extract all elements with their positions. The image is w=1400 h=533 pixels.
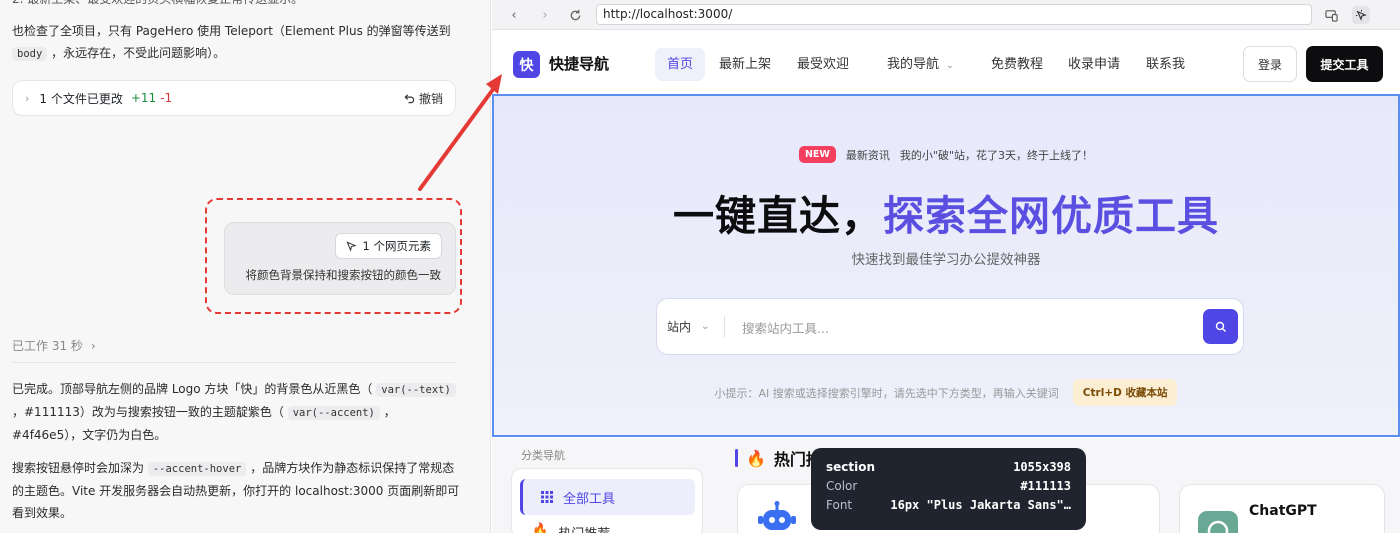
hero-section: NEW 最新资讯 我的小"破"站，花了3天，终于上线了！ 一键直达，探索全网优质…	[492, 94, 1400, 437]
lines-added: +11	[130, 91, 157, 105]
hero-subtitle: 快速找到最佳学习办公提效神器	[851, 252, 1041, 268]
fire-icon: 🔥	[532, 523, 549, 533]
inline-code: var(--text)	[376, 383, 456, 397]
chatgpt-logo-icon	[1198, 511, 1238, 533]
nav-home[interactable]: 首页	[655, 48, 706, 81]
url-input[interactable]: http://localhost:3000/	[596, 4, 1312, 25]
nav-contact[interactable]: 联系我	[1134, 48, 1197, 81]
nav-my-nav[interactable]: 我的导航 ⌄	[875, 48, 966, 81]
nav-submit-request[interactable]: 收录申请	[1056, 48, 1132, 81]
inline-code: --accent-hover	[147, 462, 247, 476]
brand-name[interactable]: 快捷导航	[549, 53, 609, 74]
element-picker-icon[interactable]	[1352, 6, 1370, 24]
site-top-nav: 快 快捷导航 首页 最新上架 最受欢迎 我的导航 ⌄ 免费教程 收录申请 联系我…	[492, 31, 1400, 95]
category-nav-label: 分类导航	[521, 449, 565, 462]
web-element-chip[interactable]: 1 个网页元素	[334, 233, 442, 259]
reload-icon[interactable]	[566, 6, 584, 24]
chat-message-fragment: 2. 最新上架、最受欢迎的页头横幅恢复正常传送显示。	[12, 0, 460, 10]
chevron-right-icon: ›	[25, 91, 30, 105]
font-label: Font	[826, 498, 853, 512]
cursor-icon	[345, 240, 357, 252]
color-label: Color	[826, 479, 858, 493]
work-duration[interactable]: 已工作 31 秒 ›	[12, 337, 96, 354]
search-button[interactable]	[1203, 309, 1238, 344]
font-value: 16px "Plus Jakarta Sans"…	[890, 498, 1071, 512]
news-bar[interactable]: NEW 最新资讯 我的小"破"站，花了3天，终于上线了！	[494, 146, 1398, 163]
bookmark-badge[interactable]: Ctrl+D 收藏本站	[1072, 379, 1178, 406]
grid-icon	[541, 491, 553, 503]
chat-paragraph-1: 也检查了全项目，只有 PageHero 使用 Teleport（Element …	[12, 24, 451, 61]
chevron-down-icon: ⌄	[701, 321, 710, 332]
back-icon[interactable]: ‹	[505, 6, 523, 24]
hero-headline: 一键直达，探索全网优质工具	[673, 192, 1219, 240]
nav-latest[interactable]: 最新上架	[707, 48, 783, 81]
element-tag: section	[826, 460, 876, 474]
forward-icon[interactable]: ›	[536, 6, 554, 24]
news-text: 我的小"破"站，花了3天，终于上线了！	[899, 148, 1094, 162]
tool-name: ChatGPT	[1249, 503, 1317, 519]
search-icon	[1215, 321, 1226, 332]
chevron-right-icon: ›	[90, 338, 96, 353]
user-message-text: 将颜色背景保持和搜索按钮的颜色一致	[245, 268, 442, 282]
nav-popular[interactable]: 最受欢迎	[785, 48, 861, 81]
category-hot[interactable]: 🔥 热门推荐	[532, 523, 610, 533]
element-inspector-tooltip: section 1055x398 Color #111113 Font 16px…	[811, 448, 1086, 530]
fire-icon: 🔥	[746, 448, 766, 468]
brand-logo[interactable]: 快	[513, 51, 540, 78]
new-badge: NEW	[798, 146, 836, 163]
robot-icon	[758, 501, 796, 530]
search-input[interactable]: 搜索站内工具...	[742, 318, 829, 337]
login-button[interactable]: 登录	[1243, 46, 1297, 82]
files-changed-label: 1 个文件已更改	[39, 91, 123, 106]
nav-tutorials[interactable]: 免费教程	[979, 48, 1055, 81]
user-message-card: 1 个网页元素 将颜色背景保持和搜索按钮的颜色一致	[224, 222, 456, 295]
device-toggle-icon[interactable]	[1322, 6, 1340, 24]
inline-code: body	[12, 47, 48, 61]
undo-icon	[404, 93, 415, 103]
search-box: 站内 ⌄ 搜索站内工具...	[656, 298, 1244, 355]
category-all-tools[interactable]: 全部工具	[520, 479, 695, 515]
element-size: 1055x398	[1013, 460, 1071, 474]
divider	[724, 316, 725, 338]
chat-paragraph-3: 搜索按钮悬停时会加深为 --accent-hover ，品牌方块作为静态标识保持…	[12, 461, 460, 520]
tool-card-chatgpt[interactable]: ChatGPT	[1179, 484, 1385, 533]
browser-toolbar: ‹ › http://localhost:3000/	[492, 0, 1400, 30]
title-accent-bar	[735, 449, 738, 467]
category-panel: 全部工具 🔥 热门推荐	[511, 468, 703, 533]
submit-tool-button[interactable]: 提交工具	[1306, 46, 1383, 82]
files-changed-card[interactable]: › 1 个文件已更改 +11 -1 撤销	[12, 80, 456, 116]
search-tip: 小提示：AI 搜索或选择搜索引擎时，请先选中下方类型，再输入关键词 Ctrl+D…	[494, 379, 1398, 406]
lines-removed: -1	[160, 91, 173, 105]
color-value: #111113	[1020, 479, 1071, 493]
news-label: 最新资讯	[845, 148, 890, 162]
chat-panel: 2. 最新上架、最受欢迎的页头横幅恢复正常传送显示。 也检查了全项目，只有 Pa…	[0, 0, 491, 533]
divider	[12, 362, 456, 363]
chevron-down-icon: ⌄	[946, 61, 954, 71]
search-scope-select[interactable]: 站内 ⌄	[667, 318, 709, 335]
inline-code: var(--accent)	[287, 406, 380, 420]
chat-paragraph-2: 已完成。顶部导航左侧的品牌 Logo 方块「快」的背景色从近黑色（ var(--…	[12, 378, 460, 446]
undo-button[interactable]: 撤销	[404, 90, 443, 107]
